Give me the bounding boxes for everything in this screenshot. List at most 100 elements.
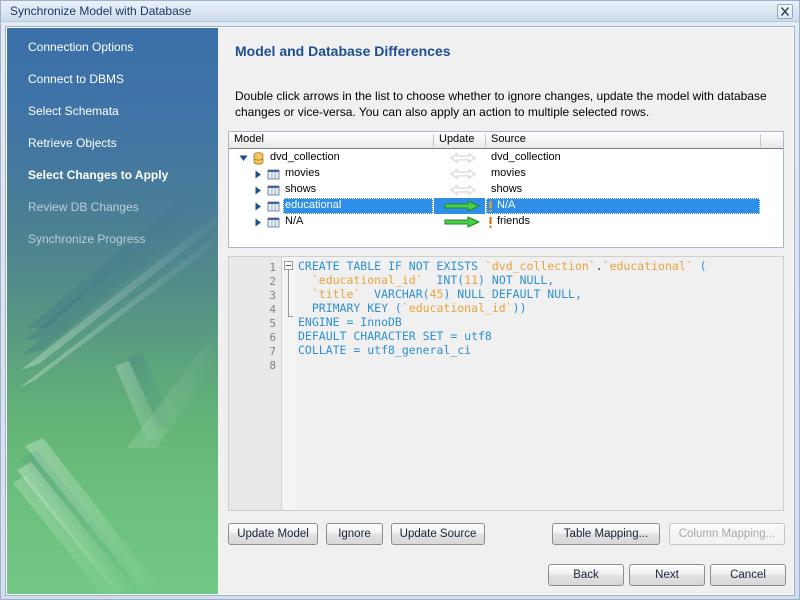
- table-row[interactable]: N/A friends: [229, 214, 783, 230]
- expander-expand-icon[interactable]: [254, 214, 263, 230]
- code-token: COLLATE = utf8_general_ci: [298, 343, 472, 357]
- update-source-button[interactable]: Update Source: [391, 523, 485, 545]
- warning-icon: [488, 217, 493, 228]
- no-change-arrow[interactable]: [441, 168, 485, 180]
- sidebar-item-select-schemata[interactable]: Select Schemata: [28, 104, 119, 118]
- column-header-source[interactable]: Source: [486, 133, 760, 148]
- tree-header-row: Model Update Source: [229, 132, 783, 149]
- update-source-arrow[interactable]: [441, 216, 485, 228]
- no-change-arrow[interactable]: [441, 152, 485, 164]
- sidebar-item-connection-options[interactable]: Connection Options: [28, 40, 133, 54]
- code-token: PRIMARY KEY (: [298, 301, 402, 315]
- ignore-button[interactable]: Ignore: [326, 523, 383, 545]
- code-line: PRIMARY KEY (`educational_id`)): [298, 301, 527, 315]
- code-token: `educational`: [602, 259, 693, 273]
- warning-icon: [488, 201, 493, 212]
- code-token: `title`: [311, 287, 361, 301]
- line-number: 4: [269, 303, 276, 316]
- back-button[interactable]: Back: [548, 564, 624, 586]
- sidebar-item-connect-to-dbms[interactable]: Connect to DBMS: [28, 72, 124, 86]
- next-button[interactable]: Next: [629, 564, 705, 586]
- line-number: 1: [269, 261, 276, 274]
- source-name: friends: [497, 215, 531, 227]
- column-header-update[interactable]: Update: [434, 133, 485, 148]
- expander-expand-icon[interactable]: [254, 166, 263, 182]
- expander-collapse-icon[interactable]: [239, 150, 248, 166]
- expander-expand-icon[interactable]: [254, 198, 263, 214]
- header-separator[interactable]: [760, 134, 761, 147]
- code-token: )): [512, 301, 527, 315]
- page-description: Double click arrows in the list to choos…: [235, 89, 767, 119]
- source-name: dvd_collection: [491, 151, 561, 163]
- line-number: 5: [269, 317, 276, 330]
- code-token: `educational_id`: [401, 301, 513, 315]
- table-row[interactable]: educational N/A: [229, 198, 783, 214]
- wizard-content-pane: Model and Database Differences Double cl…: [218, 28, 795, 594]
- model-name: movies: [285, 167, 320, 179]
- wizard-sidebar: Connection Options Connect to DBMS Selec…: [7, 28, 218, 594]
- cancel-button[interactable]: Cancel: [710, 564, 786, 586]
- line-number: 3: [269, 289, 276, 302]
- close-icon[interactable]: [777, 4, 793, 19]
- sidebar-item-review-db-changes: Review DB Changes: [28, 200, 139, 214]
- fold-collapse-icon[interactable]: [284, 261, 293, 270]
- line-number: 7: [269, 345, 276, 358]
- expander-expand-icon[interactable]: [254, 182, 263, 198]
- title-bar: Synchronize Model with Database: [1, 1, 799, 22]
- code-line: `title` VARCHAR(45) NULL DEFAULT NULL,: [298, 287, 582, 301]
- sql-preview-editor[interactable]: 1 2 3 4 5 6 7 8 CREATE TABLE IF NOT EXIS: [228, 256, 784, 511]
- code-token: `educational_id`: [311, 273, 423, 287]
- table-icon: [267, 168, 280, 181]
- close-glyph: [781, 7, 789, 16]
- no-change-arrow[interactable]: [441, 184, 485, 196]
- code-token: 45: [429, 287, 444, 301]
- focus-ring: [486, 198, 760, 214]
- table-row[interactable]: dvd_collection dvd_collection: [229, 150, 783, 166]
- model-name: N/A: [285, 215, 304, 227]
- code-line: DEFAULT CHARACTER SET = utf8: [298, 329, 492, 343]
- sql-code-area[interactable]: CREATE TABLE IF NOT EXISTS `dvd_collecti…: [296, 257, 783, 510]
- table-icon: [267, 216, 280, 229]
- source-name: movies: [491, 167, 526, 179]
- code-token: (: [692, 259, 707, 273]
- table-icon: [267, 200, 280, 213]
- code-token: ) NOT NULL,: [478, 273, 555, 287]
- update-source-arrow[interactable]: [441, 200, 485, 212]
- code-fold-margin: [282, 257, 296, 510]
- code-token: ) NULL DEFAULT NULL,: [443, 287, 582, 301]
- sidebar-item-retrieve-objects[interactable]: Retrieve Objects: [28, 136, 117, 150]
- code-token: CREATE TABLE IF NOT EXISTS: [298, 259, 485, 273]
- code-token: .: [595, 259, 603, 273]
- table-mapping-button[interactable]: Table Mapping...: [552, 523, 660, 545]
- source-name: shows: [491, 183, 523, 195]
- table-icon: [267, 184, 280, 197]
- model-name: dvd_collection: [270, 151, 340, 163]
- dialog-window: Synchronize Model with Database Connecti…: [0, 0, 800, 600]
- model-name: shows: [285, 183, 317, 195]
- column-header-model[interactable]: Model: [229, 133, 433, 148]
- code-line: ENGINE = InnoDB: [298, 315, 402, 329]
- table-row[interactable]: shows shows: [229, 182, 783, 198]
- code-token: ENGINE = InnoDB: [298, 315, 402, 329]
- line-number: 2: [269, 275, 276, 288]
- table-row[interactable]: movies movies: [229, 166, 783, 182]
- line-number-gutter: 1 2 3 4 5 6 7 8: [229, 257, 282, 510]
- page-title: Model and Database Differences: [235, 43, 451, 59]
- line-number: 6: [269, 331, 276, 344]
- code-token: INT(: [422, 273, 465, 287]
- code-token: DEFAULT CHARACTER SET = utf8: [298, 329, 492, 343]
- line-number: 8: [269, 359, 276, 372]
- column-mapping-button: Column Mapping...: [669, 523, 785, 545]
- window-title: Synchronize Model with Database: [10, 4, 192, 18]
- database-icon: [252, 152, 265, 165]
- sidebar-item-select-changes-to-apply[interactable]: Select Changes to Apply: [28, 168, 168, 182]
- differences-tree[interactable]: Model Update Source dvd_collection dvd_c…: [228, 131, 784, 248]
- fold-bracket-end: [288, 316, 293, 317]
- code-token: VARCHAR(: [360, 287, 430, 301]
- code-token: `dvd_collection`: [484, 259, 596, 273]
- model-name: educational: [285, 199, 342, 211]
- code-token: 11: [464, 273, 479, 287]
- update-model-button[interactable]: Update Model: [228, 523, 318, 545]
- sidebar-item-synchronize-progress: Synchronize Progress: [28, 232, 146, 246]
